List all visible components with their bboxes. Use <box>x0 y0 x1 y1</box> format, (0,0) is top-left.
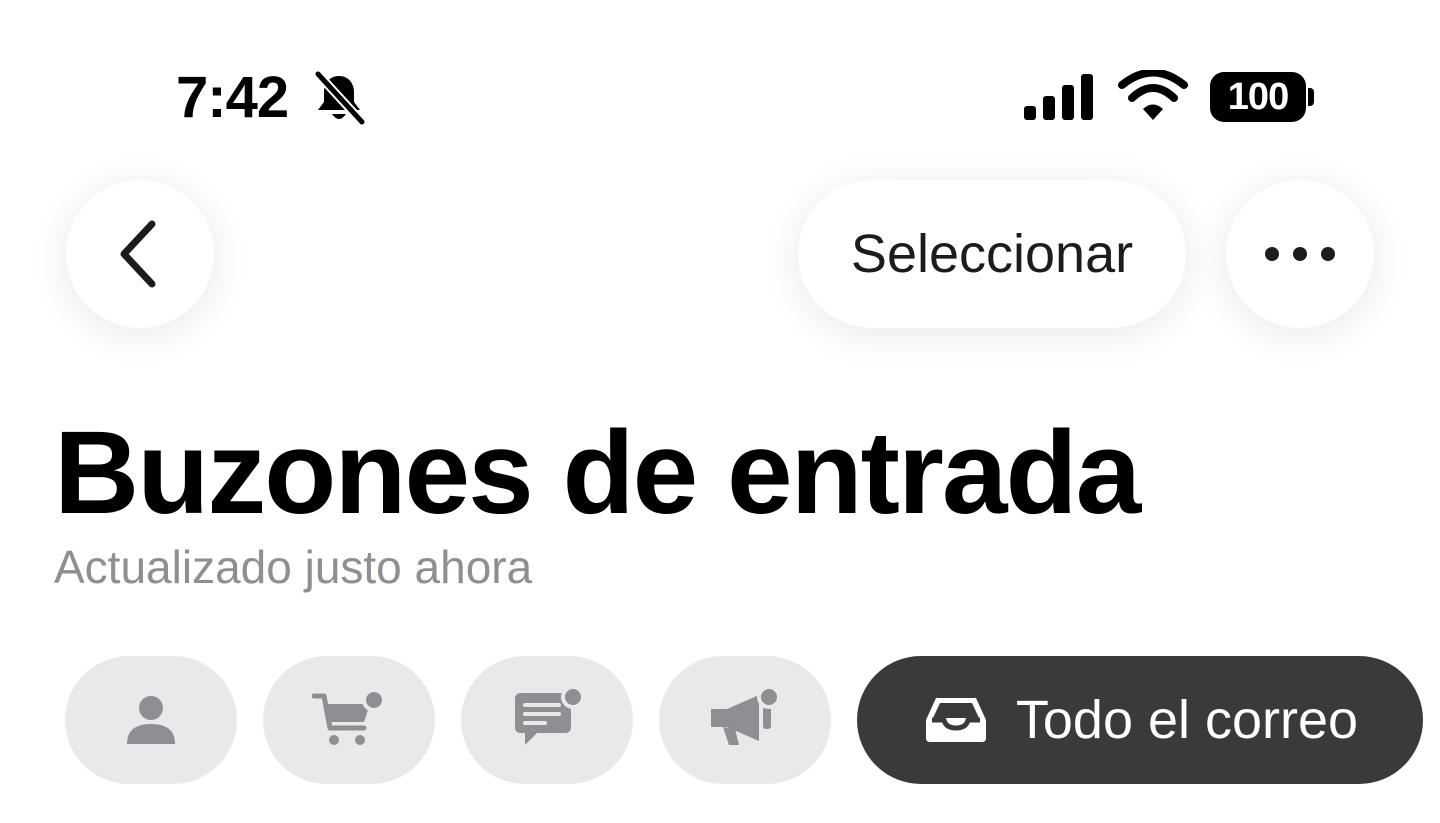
mailboxes-screen: 7:42 100 Seleccionar Buzones de entrada … <box>0 0 1440 823</box>
bell-slash-icon <box>313 70 366 126</box>
more-options-button[interactable] <box>1226 180 1374 328</box>
person-icon <box>127 696 175 744</box>
category-updates-chip[interactable] <box>461 656 633 784</box>
category-primary-chip[interactable] <box>65 656 237 784</box>
wifi-icon <box>1118 70 1188 120</box>
battery-level: 100 <box>1227 75 1289 118</box>
battery-nub <box>1308 88 1314 106</box>
chat-bubble-icon <box>515 687 585 745</box>
status-bar: 7:42 100 <box>0 0 1440 190</box>
cellular-signal-icon <box>1024 74 1093 120</box>
last-updated-label: Actualizado justo ahora <box>54 541 533 593</box>
category-promotions-chip[interactable] <box>659 656 831 784</box>
ellipsis-icon <box>1265 247 1335 261</box>
battery-icon: 100 <box>1210 72 1306 122</box>
status-time: 7:42 <box>176 65 289 130</box>
page-title: Buzones de entrada <box>54 407 1141 539</box>
tray-icon <box>925 698 986 742</box>
back-button[interactable] <box>66 180 214 328</box>
chevron-left-icon <box>120 220 156 288</box>
megaphone-icon <box>711 687 781 745</box>
select-button[interactable]: Seleccionar <box>798 180 1186 328</box>
category-transactions-chip[interactable] <box>263 656 435 784</box>
all-mail-label: Todo el correo <box>1015 690 1359 750</box>
shopping-cart-icon <box>312 690 386 745</box>
category-all-mail-chip[interactable]: Todo el correo <box>857 656 1423 784</box>
select-button-label: Seleccionar <box>850 224 1134 284</box>
